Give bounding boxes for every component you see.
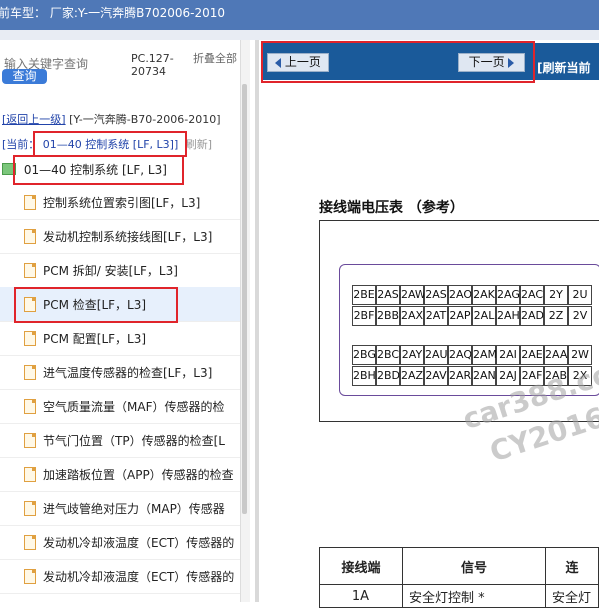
connector-pin: 2BB — [376, 306, 400, 326]
connector-pin: 2BF — [352, 306, 376, 326]
breadcrumb-path: [Y-一汽奔腾-B70-2006-2010] — [69, 113, 221, 126]
connector-pin: 2AV — [424, 366, 448, 386]
tree-item-label: 进气温度传感器的检查[LF，L3] — [43, 366, 213, 380]
tree-item-label: 发动机控制系统接线图[LF，L3] — [43, 230, 213, 244]
connector-pin: 2AH — [496, 306, 520, 326]
tree-item[interactable]: 控制系统位置索引图[LF，L3] — [0, 185, 240, 220]
tree-item-label: 进气歧管绝对压力（MAP）传感器 — [43, 502, 225, 516]
tree-item-label: 空气质量流量（MAF）传感器的检 — [43, 400, 225, 414]
left-scrollbar-thumb[interactable] — [242, 84, 247, 514]
connector-pin: 2AS — [376, 285, 400, 305]
document-icon — [24, 331, 36, 346]
connector-pin: 2Z — [544, 306, 568, 326]
connector-pin: 2AD — [520, 306, 544, 326]
highlight-pcm-check — [14, 287, 178, 323]
tree-item[interactable]: 进气温度传感器的检查[LF，L3] — [0, 355, 240, 390]
tree-item[interactable]: PCM 配置[LF，L3] — [0, 321, 240, 356]
connector-pin: 2AA — [544, 345, 568, 365]
connector-pin: 2AJ — [496, 366, 520, 386]
collapse-all-button[interactable]: 折叠全部 — [193, 52, 237, 65]
back-link[interactable]: [返回上一级] — [2, 113, 66, 126]
search-button[interactable]: 查询 — [2, 69, 47, 84]
document-icon — [24, 535, 36, 550]
document-icon — [24, 399, 36, 414]
tree-item[interactable]: 发动机控制系统接线图[LF，L3] — [0, 219, 240, 254]
connector-pin: 2Y — [544, 285, 568, 305]
connector-pin: 2AM — [472, 345, 497, 365]
voltage-table: 接线端 信号 连 1A 安全灯控制 * 安全灯 — [319, 547, 599, 608]
vehicle-label: 前车型： 厂家:Y-一汽奔腾B702006-2010 — [0, 6, 226, 20]
table-header-cell: 信号 — [402, 547, 546, 585]
connector-pin: 2BD — [376, 366, 400, 386]
connector-pin: 2AQ — [448, 345, 472, 365]
connector-pin: 2AC — [520, 285, 544, 305]
highlight-nav — [261, 41, 535, 83]
connector-pin: 2V — [568, 306, 592, 326]
connector-pin: 2AY — [400, 345, 424, 365]
document-icon — [24, 569, 36, 584]
table-header-row: 接线端 信号 连 — [319, 547, 599, 585]
document-icon — [24, 263, 36, 278]
connector-pin: 2BC — [376, 345, 400, 365]
connector-pin: 2AS — [424, 285, 448, 305]
connector-pin: 2BE — [352, 285, 376, 305]
highlight-folder — [13, 155, 184, 185]
connector-pin: 2AW — [400, 285, 426, 305]
header-gutter — [0, 30, 599, 40]
breadcrumb: [返回上一级] [Y-一汽奔腾-B70-2006-2010] — [2, 113, 232, 126]
highlight-current — [33, 131, 187, 157]
connector-pin: 2AO — [448, 285, 472, 305]
tree-item[interactable]: 加速踏板位置（APP）传感器的检查 — [0, 457, 240, 492]
connector-pin: 2BG — [352, 345, 376, 365]
connector-pin: 2AX — [400, 306, 424, 326]
document-icon — [24, 467, 36, 482]
tree-item[interactable]: 发动机冷却液温度（ECT）传感器的 — [0, 559, 240, 594]
table-row: 1A 安全灯控制 * 安全灯 — [319, 584, 599, 608]
table-cell: 安全灯控制 * — [402, 584, 546, 608]
connector-pin: 2AG — [496, 285, 520, 305]
refresh-current-button[interactable]: [刷新当前 — [537, 59, 591, 76]
tree-item[interactable]: PCM 拆卸/ 安装[LF，L3] — [0, 253, 240, 288]
table-cell: 安全灯 — [545, 584, 599, 608]
tree-item-label: 节气门位置（TP）传感器的检查[L — [43, 434, 225, 448]
table-header-cell: 接线端 — [319, 547, 403, 585]
connector-pin: 2AL — [472, 306, 496, 326]
connector-pin: 2AK — [472, 285, 496, 305]
connector-pin: 2AP — [448, 306, 472, 326]
pc-code: PC.127-20734 — [131, 52, 174, 78]
connector-pin: 2AR — [448, 366, 472, 386]
tree-item[interactable]: 发动机冷却液温度（ECT）传感器的 — [0, 525, 240, 560]
connector-pin: 2AN — [472, 366, 496, 386]
tree-item-label: 发动机冷却液温度（ECT）传感器的 — [43, 570, 235, 584]
connector-pin: 2AI — [496, 345, 520, 365]
tree-item[interactable]: 进气歧管绝对压力（MAP）传感器 — [0, 491, 240, 526]
document-icon — [24, 365, 36, 380]
refresh-link[interactable]: 刷新] — [186, 138, 212, 151]
table-cell: 1A — [319, 584, 403, 608]
connector-pin: 2AE — [520, 345, 544, 365]
document-title: 接线端电压表 （参考） — [319, 200, 464, 216]
tree-item-label: 控制系统位置索引图[LF，L3] — [43, 196, 201, 210]
connector-pin: 2BH — [352, 366, 376, 386]
connector-pin: 2U — [568, 285, 592, 305]
tree-item[interactable]: 空气质量流量（MAF）传感器的检 — [0, 389, 240, 424]
tree-item-label: 发动机冷却液温度（ECT）传感器的 — [43, 536, 235, 550]
document-icon — [24, 229, 36, 244]
document-icon — [24, 195, 36, 210]
tree-item-label: PCM 配置[LF，L3] — [43, 332, 147, 346]
tree-item-label: 加速踏板位置（APP）传感器的检查 — [43, 468, 234, 482]
document-icon — [24, 501, 36, 516]
top-bar: 前车型： 厂家:Y-一汽奔腾B702006-2010 — [0, 0, 599, 30]
tree-item[interactable]: 节气门位置（TP）传感器的检查[L — [0, 423, 240, 458]
tree-item-label: PCM 拆卸/ 安装[LF，L3] — [43, 264, 178, 278]
table-header-cell: 连 — [545, 547, 599, 585]
connector-pin: 2AZ — [400, 366, 424, 386]
connector-pin: 2AU — [424, 345, 448, 365]
document-icon — [24, 433, 36, 448]
connector-pin: 2AT — [424, 306, 448, 326]
